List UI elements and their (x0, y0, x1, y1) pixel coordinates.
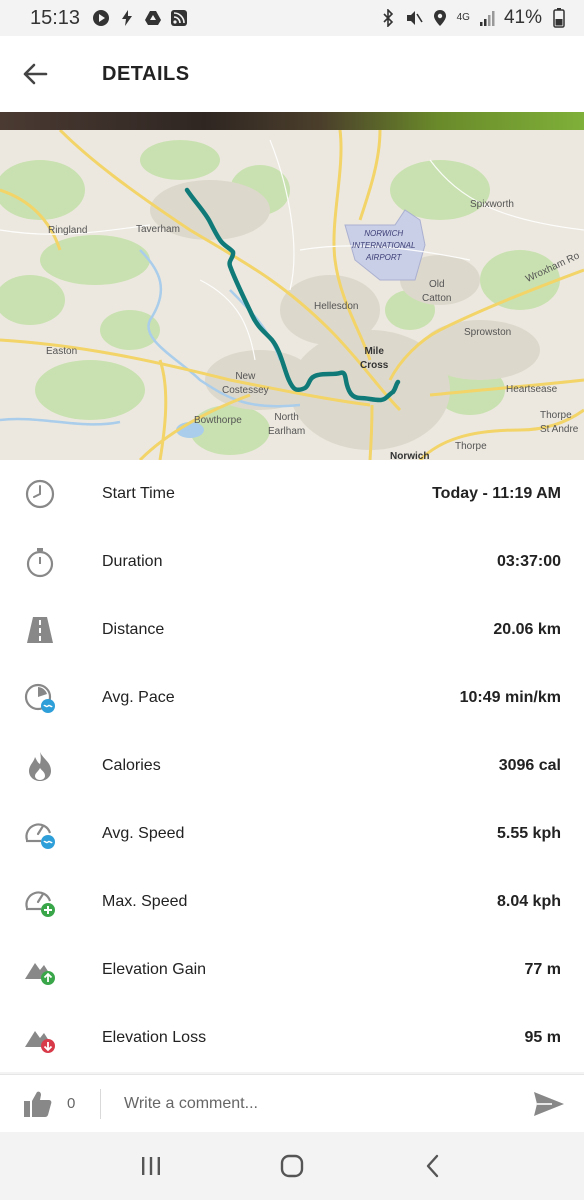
like-count: 0 (67, 1095, 76, 1112)
map-label-thorpe-st-andrew: Thorpe St Andre (540, 410, 579, 435)
page-title: DETAILS (102, 62, 190, 85)
stat-row-start-time: Start Time Today - 11:19 AM (0, 460, 584, 528)
stat-value: 5.55 kph (496, 825, 561, 842)
stat-value: 95 m (524, 1029, 561, 1046)
elevation-loss-icon (22, 1020, 58, 1056)
clock-icon (22, 476, 58, 512)
map-label-sprowston: Sprowston (464, 327, 512, 338)
stat-row-distance: Distance 20.06 km (0, 596, 584, 664)
comment-bar: 0 (0, 1074, 584, 1132)
system-back-button[interactable] (413, 1146, 453, 1186)
avg-speed-icon (22, 816, 58, 852)
network-type: 4G (456, 12, 470, 23)
map-label-old-catton: Old Catton (422, 279, 452, 304)
map-label-mile-cross: Mile Cross (360, 346, 389, 371)
send-icon (534, 1092, 564, 1116)
thumbs-up-icon (24, 1091, 52, 1117)
battery-icon (550, 8, 568, 28)
stat-label: Start Time (102, 485, 175, 502)
map-label-spixworth: Spixworth (470, 199, 514, 210)
stat-value: Today - 11:19 AM (432, 485, 561, 502)
stat-label: Avg. Pace (102, 689, 175, 706)
stat-value: 77 m (524, 961, 561, 978)
map-label-hellesdon: Hellesdon (314, 301, 359, 312)
like-button[interactable] (22, 1089, 54, 1119)
system-nav-bar (0, 1132, 584, 1200)
stat-value: 10:49 min/km (459, 689, 561, 706)
back-icon (427, 1154, 439, 1178)
stat-value: 03:37:00 (496, 553, 561, 570)
road-icon (22, 612, 58, 648)
route-map[interactable]: Spixworth Ringland Taverham NORWICH INTE… (0, 130, 584, 460)
stat-label: Max. Speed (102, 893, 188, 910)
map-label-norwich: Norwich (390, 451, 430, 460)
stopwatch-icon (22, 544, 58, 580)
map-label-ringland: Ringland (48, 225, 88, 236)
comment-input[interactable] (112, 1085, 492, 1123)
rss-icon (170, 9, 188, 27)
stat-label: Elevation Gain (102, 961, 207, 978)
map-label-heartsease: Heartsease (506, 384, 558, 395)
stat-row-elevation-gain: Elevation Gain 77 m (0, 936, 584, 1004)
stat-label: Calories (102, 757, 161, 774)
divider (100, 1089, 101, 1119)
home-button[interactable] (272, 1146, 312, 1186)
max-speed-icon (22, 884, 58, 920)
map-label-bowthorpe: Bowthorpe (194, 415, 242, 426)
stat-value: 3096 cal (498, 757, 561, 774)
home-icon (280, 1154, 304, 1178)
stat-row-elevation-loss: Elevation Loss 95 m (0, 1004, 584, 1072)
map-label-new-costessey: New Costessey (222, 371, 269, 396)
photo-strip (0, 112, 584, 130)
stat-row-avg-pace: Avg. Pace 10:49 min/km (0, 664, 584, 732)
stat-row-duration: Duration 03:37:00 (0, 528, 584, 596)
map-label-easton: Easton (46, 346, 78, 357)
play-icon (92, 9, 110, 27)
signal-icon (478, 9, 496, 27)
bolt-icon (118, 9, 136, 27)
map-label-taverham: Taverham (136, 224, 180, 235)
elevation-gain-icon (22, 952, 58, 988)
stat-label: Duration (102, 553, 163, 570)
location-icon (431, 9, 449, 27)
flame-icon (22, 748, 58, 784)
battery-percent: 41% (503, 7, 542, 28)
drive-icon (144, 9, 162, 27)
recents-button[interactable] (131, 1146, 171, 1186)
stat-row-avg-speed: Avg. Speed 5.55 kph (0, 800, 584, 868)
recents-icon (141, 1157, 160, 1175)
mute-icon (405, 9, 423, 27)
stats-list: Start Time Today - 11:19 AM Duration 03:… (0, 460, 584, 1072)
pace-icon (22, 680, 58, 716)
back-button[interactable] (0, 36, 70, 112)
stat-label: Elevation Loss (102, 1029, 207, 1046)
send-button[interactable] (532, 1089, 566, 1119)
stat-row-max-speed: Max. Speed 8.04 kph (0, 868, 584, 936)
status-bar: 15:13 4G 41% (0, 0, 584, 36)
map-label-north-earlham: North Earlham (268, 412, 306, 437)
stat-label: Distance (102, 621, 165, 638)
stat-value: 20.06 km (493, 621, 561, 638)
bluetooth-icon (379, 9, 397, 27)
stat-label: Avg. Speed (102, 825, 185, 842)
map-label-airport: NORWICH INTERNATIONAL AIRPORT (352, 229, 416, 262)
stat-value: 8.04 kph (496, 893, 561, 910)
map-label-thorpe: Thorpe (455, 441, 487, 452)
status-time: 15:13 (30, 6, 81, 29)
app-header: DETAILS (0, 36, 584, 112)
stat-row-calories: Calories 3096 cal (0, 732, 584, 800)
arrow-left-icon (23, 63, 48, 85)
